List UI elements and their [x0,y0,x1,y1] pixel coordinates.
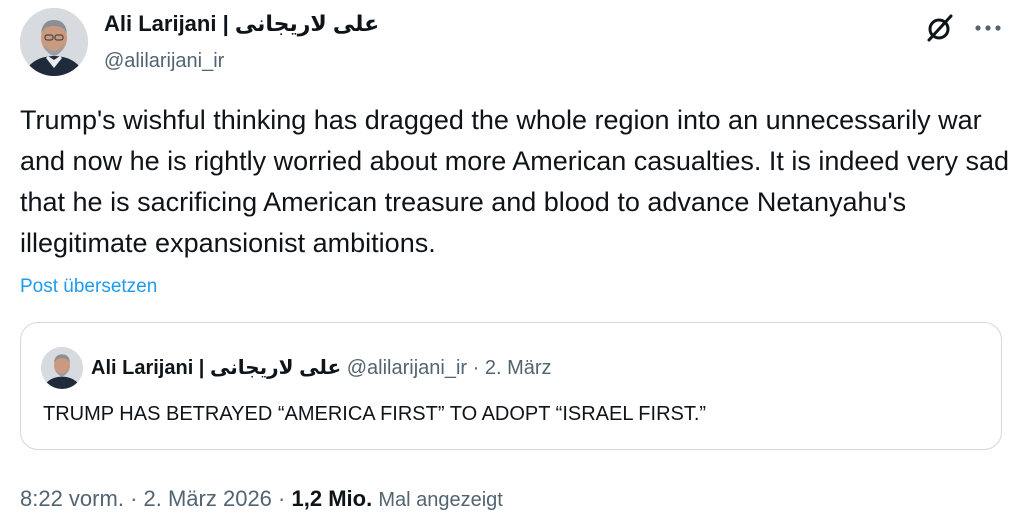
author-handle[interactable]: @alilarijani_ir [104,48,224,74]
meta-separator-2: · [278,486,286,511]
quoted-author-handle[interactable]: @alilarijani_ir [347,357,467,379]
quoted-post-date[interactable]: 2. März [485,357,552,379]
quoted-separator: · [472,357,480,379]
avatar[interactable] [20,8,88,76]
translate-post-link[interactable]: Post übersetzen [20,274,157,300]
author-display-name[interactable]: Ali Larijani | علی لاریجانی [104,10,379,38]
post-time[interactable]: 8:22 vorm. [20,486,124,511]
quoted-avatar[interactable] [41,347,83,389]
views-label: Mal angezeigt [378,489,503,511]
more-icon[interactable] [970,12,1006,44]
quoted-post-text: TRUMP HAS BETRAYED “AMERICA FIRST” TO AD… [43,403,707,425]
meta-separator: · [130,486,138,511]
views-count[interactable]: 1,2 Mio. [292,486,373,511]
quoted-post-header: Ali Larijani | علی لاریجانی @alilarijani… [91,355,552,381]
post-metadata: 8:22 vorm. · 2. März 2026 · 1,2 Mio. Mal… [20,484,503,515]
grok-icon[interactable] [924,12,956,44]
post-text: Trump's wishful thinking has dragged the… [20,105,1009,258]
post-header: Ali Larijani | علی لاریجانی @alilarijani… [20,6,1010,82]
post-date[interactable]: 2. März 2026 [144,486,272,511]
quoted-author-display-name[interactable]: Ali Larijani | علی لاریجانی [91,357,341,379]
quoted-post-card[interactable]: Ali Larijani | علی لاریجانی @alilarijani… [20,322,1002,450]
